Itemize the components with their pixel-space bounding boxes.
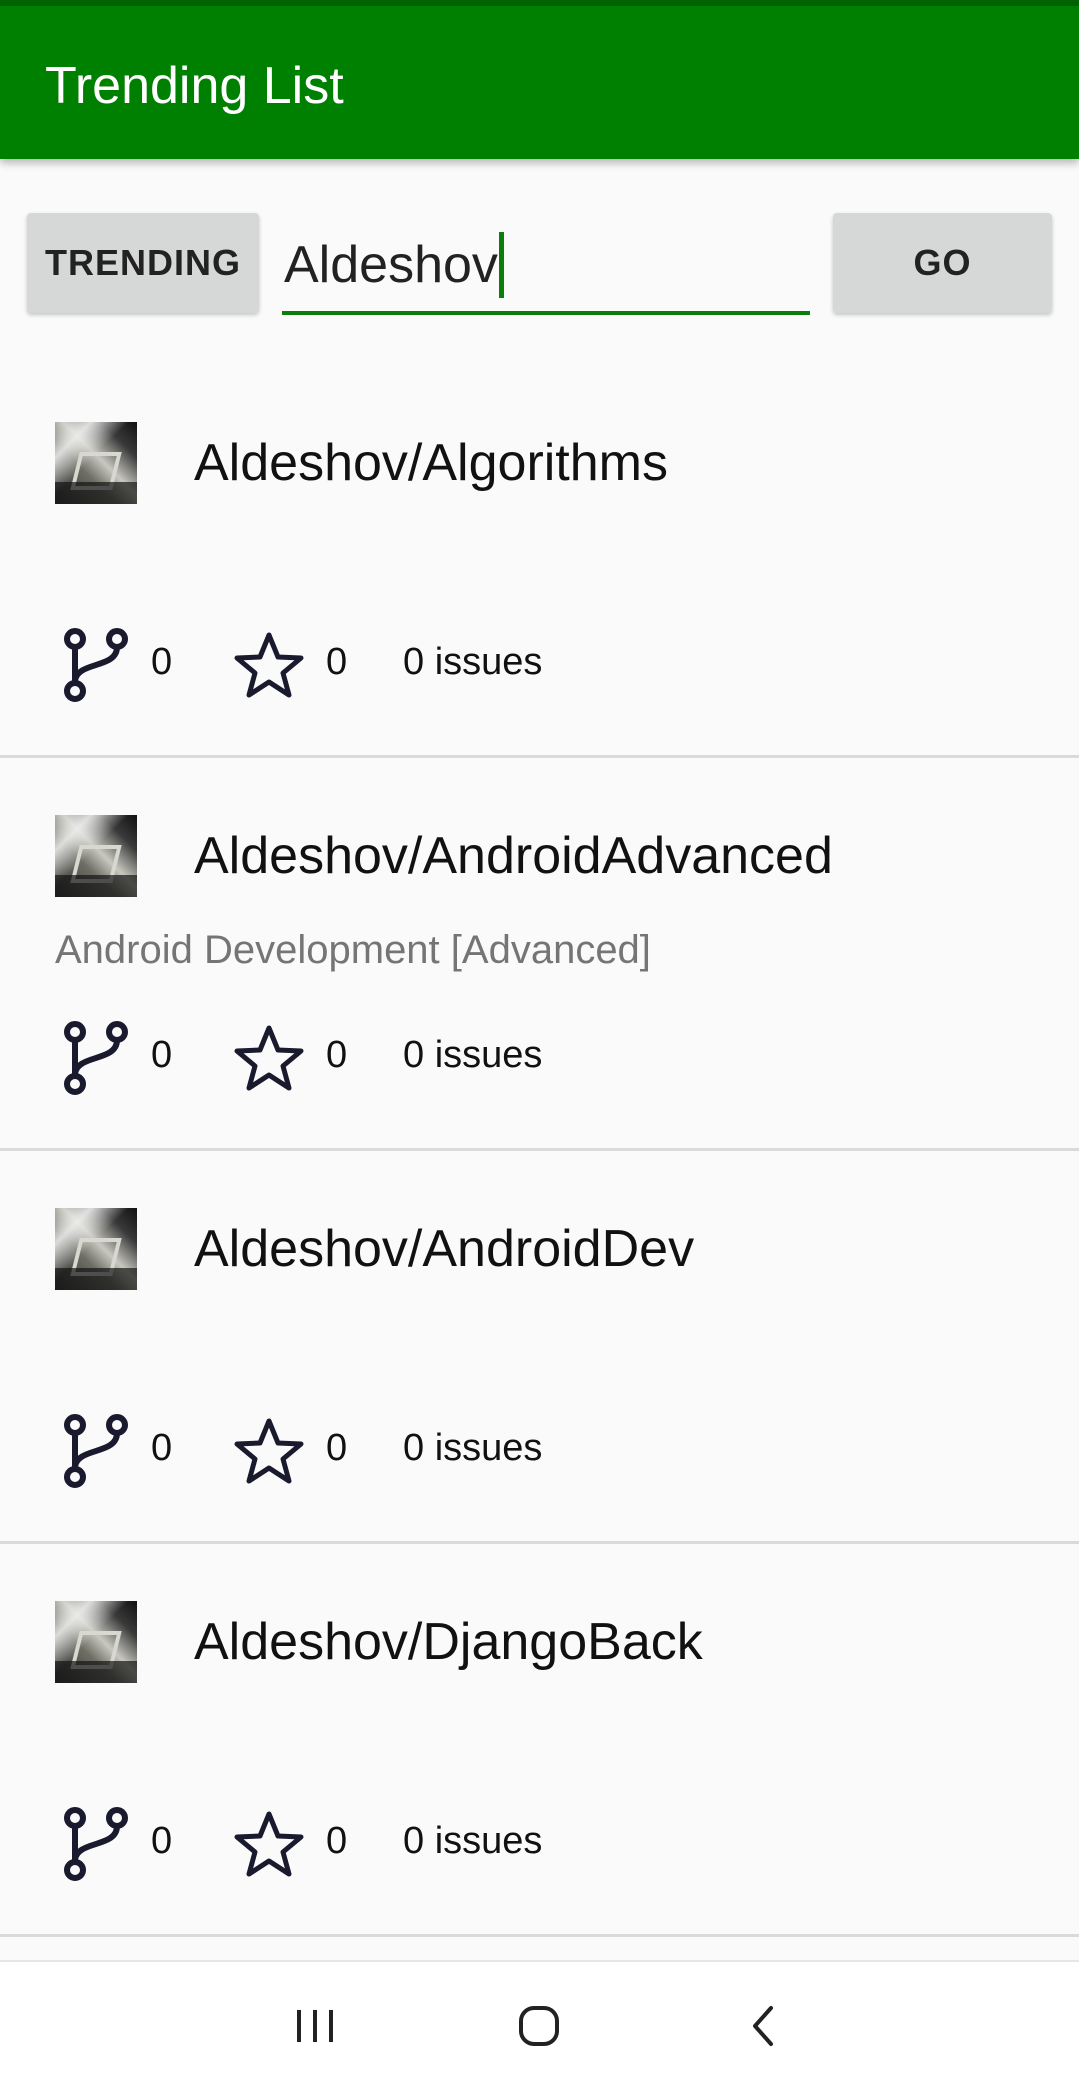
star-icon [234, 632, 304, 698]
app-bar: Trending List [0, 6, 1079, 159]
repo-card[interactable]: Aldeshov/AndroidDev 0 0 0 issues [0, 1151, 1079, 1544]
text-caret [498, 232, 504, 298]
search-input[interactable]: Aldeshov [282, 219, 810, 315]
repo-name: Aldeshov/DjangoBack [194, 1613, 703, 1671]
repo-stats: 0 0 0 issues [55, 1800, 955, 1881]
fork-icon [64, 1807, 128, 1881]
repo-stats: 0 0 0 issues [55, 1407, 955, 1488]
recents-icon [297, 2010, 333, 2042]
recents-button[interactable] [275, 1986, 355, 2066]
fork-icon [64, 628, 128, 702]
star-icon [234, 1418, 304, 1484]
fork-icon [64, 1021, 128, 1095]
home-button[interactable] [499, 1986, 579, 2066]
avatar [55, 1601, 137, 1683]
star-icon [234, 1811, 304, 1877]
star-count: 0 [326, 1427, 348, 1469]
star-count: 0 [326, 641, 348, 683]
repo-name: Aldeshov/AndroidDev [194, 1220, 695, 1278]
repo-name: Aldeshov/Algorithms [194, 434, 668, 492]
repo-stats: 0 0 0 issues [55, 621, 955, 702]
fork-icon [64, 1414, 128, 1488]
fork-count: 0 [151, 1034, 173, 1076]
issues-count: 0 issues [403, 1034, 543, 1076]
repo-name: Aldeshov/AndroidAdvanced [194, 827, 833, 885]
system-nav-bar [0, 1960, 1079, 2091]
repo-card[interactable]: Aldeshov/Algorithms 0 0 0 issues [0, 365, 1079, 758]
avatar [55, 1208, 137, 1290]
issues-count: 0 issues [403, 1820, 543, 1862]
avatar [55, 815, 137, 897]
star-count: 0 [326, 1034, 348, 1076]
repo-list: Aldeshov/Algorithms 0 0 0 issues Aldesho… [0, 365, 1079, 1937]
fork-count: 0 [151, 1820, 173, 1862]
back-icon [753, 2006, 773, 2046]
repo-description: Android Development [Advanced] [55, 928, 651, 972]
home-icon [519, 2006, 559, 2046]
star-count: 0 [326, 1820, 348, 1862]
go-button[interactable]: GO [833, 213, 1052, 313]
repo-stats: 0 0 0 issues [55, 1014, 955, 1095]
repo-card[interactable]: Aldeshov/AndroidAdvanced Android Develop… [0, 758, 1079, 1151]
trending-button[interactable]: TRENDING [27, 213, 259, 313]
repo-card[interactable]: Aldeshov/DjangoBack 0 0 0 issues [0, 1544, 1079, 1937]
star-icon [234, 1025, 304, 1091]
search-controls: TRENDING Aldeshov GO [0, 159, 1079, 359]
back-button[interactable] [722, 1986, 802, 2066]
search-input-value: Aldeshov [284, 236, 498, 294]
app-title: Trending List [45, 57, 344, 115]
fork-count: 0 [151, 1427, 173, 1469]
issues-count: 0 issues [403, 641, 543, 683]
issues-count: 0 issues [403, 1427, 543, 1469]
avatar [55, 422, 137, 504]
fork-count: 0 [151, 641, 173, 683]
